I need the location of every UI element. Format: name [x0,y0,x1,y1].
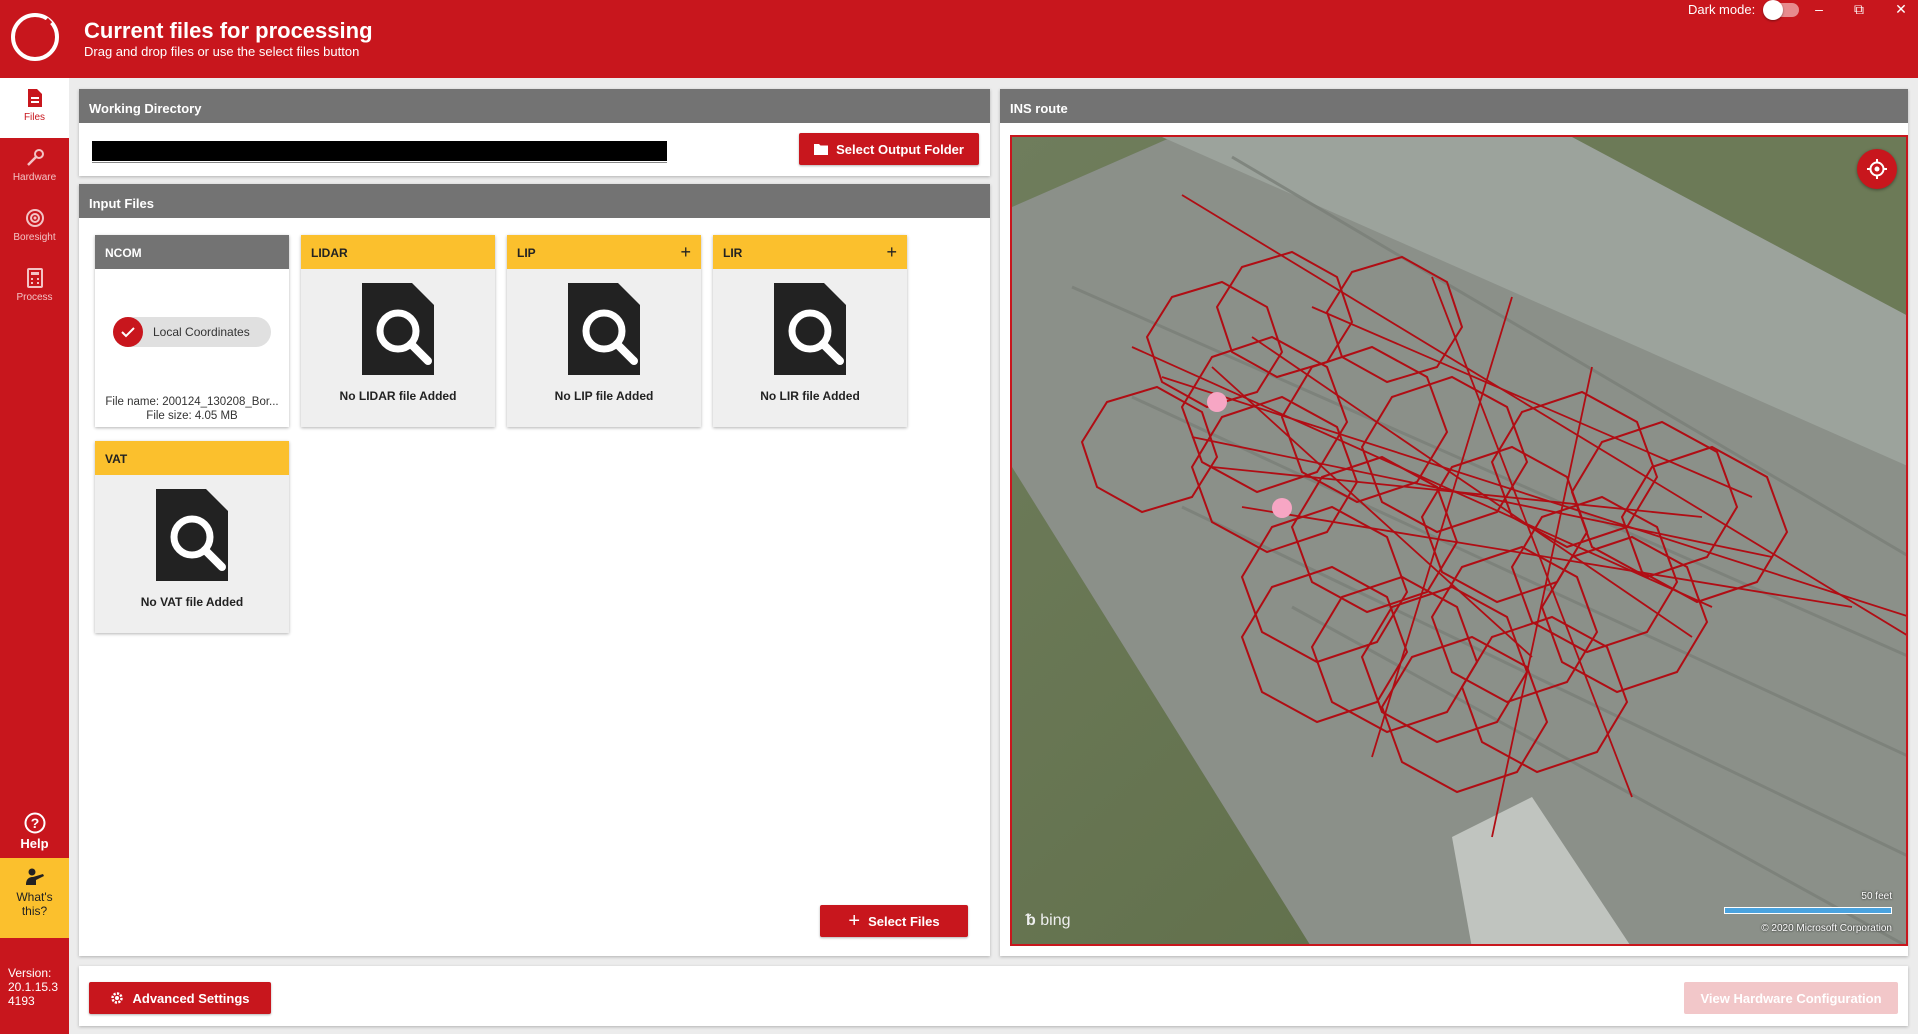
select-output-folder-button[interactable]: Select Output Folder [799,133,979,165]
select-files-button[interactable]: + Select Files [820,905,968,937]
add-lip-icon[interactable]: + [680,242,691,263]
working-directory-panel: Working Directory Select Output Folder [79,89,990,176]
lip-card[interactable]: LIP + No LIP file Added [507,235,701,427]
ncom-file-info: File name: 200124_130208_Bor... File siz… [95,395,289,423]
card-title: NCOM [95,235,289,269]
dark-mode-control: Dark mode: [1688,0,1800,20]
crosshair-icon [1867,159,1887,179]
target-icon [25,209,44,227]
dark-mode-toggle[interactable] [1763,0,1800,20]
whats-this-label-line1: What's [16,890,53,904]
vat-card[interactable]: VAT No VAT file Added [95,441,289,633]
app-logo [11,13,59,61]
map-imagery [1012,137,1906,944]
lidar-card[interactable]: LIDAR No LIDAR file Added [301,235,495,427]
card-title: LIR [723,246,743,260]
file-icon [27,89,42,107]
version-info: Version: 20.1.15.3 4193 [8,966,58,1008]
sidebar: Files Hardware Boresight Process ? Help [0,78,69,1034]
sidebar-item-label: Files [23,112,46,123]
panel-title: Input Files [79,184,990,218]
panel-title: Working Directory [79,89,990,123]
person-pointing-icon [25,868,44,885]
local-coordinates-chip[interactable]: Local Coordinates [113,317,271,347]
empty-label: No LIDAR file Added [339,389,457,403]
sidebar-item-files[interactable]: Files [0,78,69,138]
ins-route-map[interactable]: ᵬ bing 50 feet © 2020 Microsoft Corporat… [1010,135,1908,946]
build-number: 4193 [8,994,35,1008]
panel-title: INS route [1000,89,1908,123]
empty-label: No VAT file Added [140,595,244,609]
file-search-icon [774,283,846,375]
folder-icon [814,144,829,155]
plus-icon: + [848,910,861,932]
working-directory-input[interactable] [92,137,667,163]
close-button[interactable]: ✕ [1884,0,1918,20]
bing-logo: ᵬ bing [1026,912,1070,930]
input-files-panel: Input Files NCOM Local Coordinates File … [79,184,990,956]
view-hardware-configuration-button[interactable]: View Hardware Configuration [1684,982,1898,1014]
page-subtitle: Drag and drop files or use the select fi… [84,44,360,59]
footer-bar: Advanced Settings View Hardware Configur… [79,966,1908,1026]
card-title: VAT [95,441,289,475]
map-scale-label: 50 feet [1861,891,1892,902]
sidebar-item-hardware[interactable]: Hardware [0,138,69,198]
help-icon: ? [24,812,45,834]
svg-text:?: ? [30,815,39,831]
title-bar: Current files for processing Drag and dr… [0,0,1918,78]
button-label: Select Output Folder [836,141,964,157]
card-title: LIP [517,246,536,260]
whats-this-label-line2: this? [21,904,48,918]
map-copyright: © 2020 Microsoft Corporation [1761,923,1892,934]
maximize-button[interactable]: ⧉ [1842,0,1876,20]
help-label: Help [20,836,49,851]
check-icon [113,317,143,347]
ncom-card: NCOM Local Coordinates File name: 200124… [95,235,289,427]
minimize-button[interactable]: – [1802,0,1836,20]
dark-mode-label: Dark mode: [1688,2,1756,17]
version-number: 20.1.15.3 [8,980,59,994]
locate-button[interactable] [1857,149,1897,189]
version-label: Version: [8,966,52,980]
empty-label: No LIR file Added [760,389,860,403]
file-search-icon [156,489,228,581]
card-header: LIP + [507,235,701,269]
map-scale-bar [1724,907,1892,914]
sidebar-item-label: Boresight [13,232,56,243]
card-title: LIDAR [301,235,495,269]
page-title: Current files for processing [84,18,373,43]
card-header: LIR + [713,235,907,269]
sidebar-item-process[interactable]: Process [0,258,69,318]
advanced-settings-button[interactable]: Advanced Settings [89,982,271,1014]
empty-label: No LIP file Added [554,389,654,403]
button-label: Select Files [868,913,940,929]
file-size: File size: 4.05 MB [146,410,238,422]
redacted-path [92,141,667,161]
file-search-icon [568,283,640,375]
whats-this-button[interactable]: What's this? [0,858,69,938]
file-name: File name: 200124_130208_Bor... [105,396,279,408]
button-label: View Hardware Configuration [1700,990,1882,1006]
wrench-icon [26,149,44,166]
lir-card[interactable]: LIR + No LIR file Added [713,235,907,427]
bing-b-icon: ᵬ [1026,912,1036,929]
chip-label: Local Coordinates [153,325,250,339]
gear-icon [111,992,124,1004]
sidebar-item-label: Hardware [12,172,57,183]
button-label: Advanced Settings [132,990,250,1006]
calculator-icon [26,268,43,288]
help-button[interactable]: ? Help [0,804,69,866]
sidebar-item-label: Process [16,292,53,303]
file-search-icon [362,283,434,375]
sidebar-item-boresight[interactable]: Boresight [0,198,69,258]
add-lir-icon[interactable]: + [886,242,897,263]
bing-label: bing [1040,912,1071,929]
